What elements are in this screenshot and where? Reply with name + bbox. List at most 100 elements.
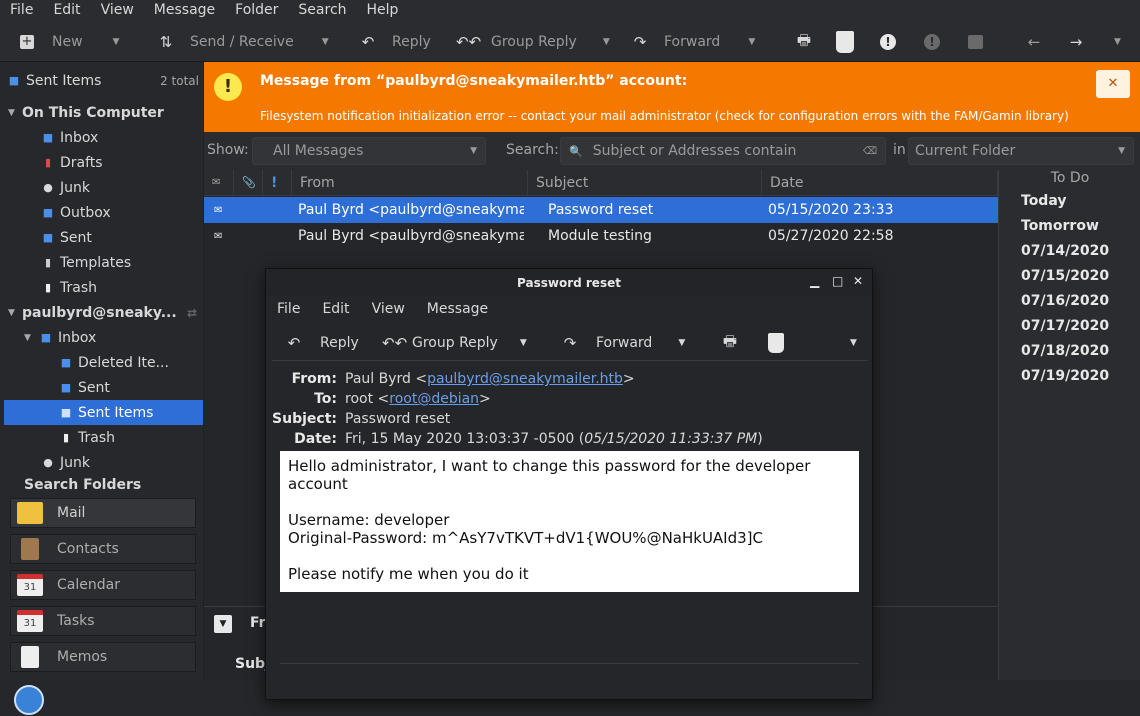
todo-date[interactable]: 07/15/2020 — [1021, 268, 1109, 284]
window-group-reply-button[interactable]: ↶↶ Group Reply ▼ — [382, 325, 527, 361]
switch-calendar[interactable]: 31 Calendar — [10, 570, 196, 600]
chevron-down-icon[interactable]: ▼ — [678, 338, 685, 348]
expander-icon[interactable]: ▼ — [8, 308, 22, 318]
menu-edit[interactable]: Edit — [43, 0, 90, 22]
window-delete-button[interactable] — [768, 325, 784, 361]
todo-date[interactable]: 07/17/2020 — [1021, 318, 1109, 334]
expander-icon[interactable]: ▼ — [24, 333, 38, 343]
on-this-computer[interactable]: ▼ On This Computer — [8, 100, 164, 125]
forward-label: Forward — [664, 34, 721, 50]
search-scope-select[interactable]: Current Folder ▼ — [908, 137, 1134, 165]
archive-button[interactable] — [968, 22, 983, 62]
send-receive-button[interactable]: ⇅ Send / Receive ▼ — [156, 22, 329, 62]
folder-drafts[interactable]: ▮ Drafts — [40, 150, 103, 175]
menu-folder[interactable]: Folder — [225, 0, 288, 22]
chevron-down-icon[interactable]: ▼ — [603, 37, 610, 47]
menu-help[interactable]: Help — [357, 0, 409, 22]
forward-label: Forward — [596, 335, 653, 351]
menubar: File Edit View Message Folder Search Hel… — [0, 0, 1140, 22]
print-button[interactable]: 🖶 — [794, 22, 814, 62]
new-button[interactable]: + New ▼ — [20, 22, 119, 62]
col-flag[interactable]: ! — [263, 170, 292, 196]
collapse-headers-icon[interactable]: ▼ — [214, 615, 232, 633]
todo-date[interactable]: Today — [1021, 193, 1066, 209]
todo-date[interactable]: 07/19/2020 — [1021, 368, 1109, 384]
chevron-down-icon[interactable]: ▼ — [748, 37, 755, 47]
account-header[interactable]: ▼ paulbyrd@sneaky... ⇄ — [8, 300, 203, 325]
expander-icon[interactable]: ▼ — [8, 108, 22, 118]
message-body[interactable]: Hello administrator, I want to change th… — [280, 451, 859, 592]
reply-button[interactable]: ↶ Reply — [358, 22, 431, 62]
chevron-down-icon[interactable]: ▼ — [113, 37, 120, 47]
online-status-icon[interactable] — [14, 685, 44, 715]
menu-file[interactable]: File — [0, 0, 43, 22]
switch-contacts[interactable]: Contacts — [10, 534, 196, 564]
window-toolbar-overflow[interactable]: ▼ — [850, 325, 857, 361]
show-filter-select[interactable]: All Messages ▼ — [252, 137, 486, 165]
menu-search[interactable]: Search — [288, 0, 356, 22]
folder-account-sent[interactable]: ■ Sent — [58, 375, 110, 400]
col-subject[interactable]: Subject — [528, 170, 762, 196]
previous-button[interactable]: ← — [1024, 22, 1044, 62]
folder-account-trash[interactable]: ▮ Trash — [58, 425, 115, 450]
window-print-button[interactable]: 🖶 — [720, 325, 740, 361]
to-email-link[interactable]: root@debian — [389, 391, 479, 407]
clear-icon[interactable]: ⌫ — [863, 146, 877, 157]
window-toolbar: ↶ Reply ↶↶ Group Reply ▼ ↷ Forward ▼ 🖶 ▼ — [272, 325, 868, 361]
group-reply-button[interactable]: ↶↶ Group Reply ▼ — [456, 22, 610, 62]
window-menu-view[interactable]: View — [361, 296, 416, 324]
close-icon[interactable]: ✕ — [853, 274, 863, 288]
banner-close-button[interactable]: ✕ — [1096, 70, 1130, 98]
window-menu-file[interactable]: File — [266, 296, 311, 324]
message-date: 05/15/2020 23:33 — [768, 202, 894, 218]
account-inbox[interactable]: ▼ ■ Inbox — [24, 325, 96, 350]
folder-sent[interactable]: ■ Sent — [40, 225, 92, 250]
folder-account-junk[interactable]: ● Junk — [40, 450, 90, 475]
folder-deleted-items[interactable]: ■ Deleted Ite... — [58, 350, 169, 375]
chevron-down-icon[interactable]: ▼ — [322, 37, 329, 47]
folder-trash[interactable]: ▮ Trash — [40, 275, 97, 300]
todo-date[interactable]: 07/16/2020 — [1021, 293, 1109, 309]
search-input[interactable]: 🔍 Subject or Addresses contain ⌫ — [560, 137, 886, 165]
toolbar-overflow[interactable]: ▼ — [1114, 22, 1121, 62]
folder-count: 2 total — [160, 73, 199, 88]
chevron-down-icon[interactable]: ▼ — [520, 338, 527, 348]
todo-date[interactable]: 07/14/2020 — [1021, 243, 1109, 259]
menu-message[interactable]: Message — [144, 0, 225, 22]
folder-sidebar: ■ Sent Items 2 total ▼ On This Computer … — [0, 62, 203, 494]
todo-date[interactable]: 07/18/2020 — [1021, 343, 1109, 359]
col-from[interactable]: From — [292, 170, 528, 196]
switch-memos[interactable]: Memos — [10, 642, 196, 672]
not-junk-button[interactable]: ! — [924, 22, 940, 62]
folder-junk[interactable]: ● Junk — [40, 175, 90, 200]
message-row[interactable]: ✉ Paul Byrd <paulbyrd@sneakyma... Module… — [204, 223, 998, 249]
col-status[interactable]: ✉ — [204, 170, 234, 196]
window-reply-button[interactable]: ↶ Reply — [284, 325, 359, 361]
menu-view[interactable]: View — [91, 0, 144, 22]
todo-date[interactable]: Tomorrow — [1021, 218, 1099, 234]
delete-button[interactable] — [836, 22, 854, 62]
minimize-icon[interactable]: ▁ — [810, 274, 819, 288]
show-label: Show: — [207, 142, 249, 158]
maximize-icon[interactable]: □ — [832, 274, 843, 288]
window-forward-button[interactable]: ↷ Forward ▼ — [560, 325, 686, 361]
window-menubar: File Edit View Message — [266, 296, 872, 324]
window-menu-message[interactable]: Message — [416, 296, 499, 324]
forward-icon: ↷ — [633, 33, 647, 51]
search-folders[interactable]: Search Folders — [24, 475, 141, 495]
switch-tasks[interactable]: 31 Tasks — [10, 606, 196, 636]
col-date[interactable]: Date — [762, 170, 998, 196]
folder-outbox[interactable]: ■ Outbox — [40, 200, 111, 225]
forward-button[interactable]: ↷ Forward ▼ — [630, 22, 756, 62]
envelope-icon: ✉ — [214, 230, 223, 242]
folder-sent-items[interactable]: ■ Sent Items — [4, 400, 203, 425]
message-row[interactable]: ✉ Paul Byrd <paulbyrd@sneakyma... Passwo… — [204, 197, 998, 223]
switch-mail[interactable]: Mail — [10, 498, 196, 528]
from-email-link[interactable]: paulbyrd@sneakymailer.htb — [427, 371, 623, 387]
window-menu-edit[interactable]: Edit — [311, 296, 360, 324]
next-button[interactable]: → — [1066, 22, 1086, 62]
col-attachment[interactable]: 📎 — [234, 170, 263, 196]
junk-button[interactable]: ! — [880, 22, 896, 62]
folder-templates[interactable]: ▮ Templates — [40, 250, 131, 275]
folder-inbox[interactable]: ■ Inbox — [40, 125, 99, 150]
